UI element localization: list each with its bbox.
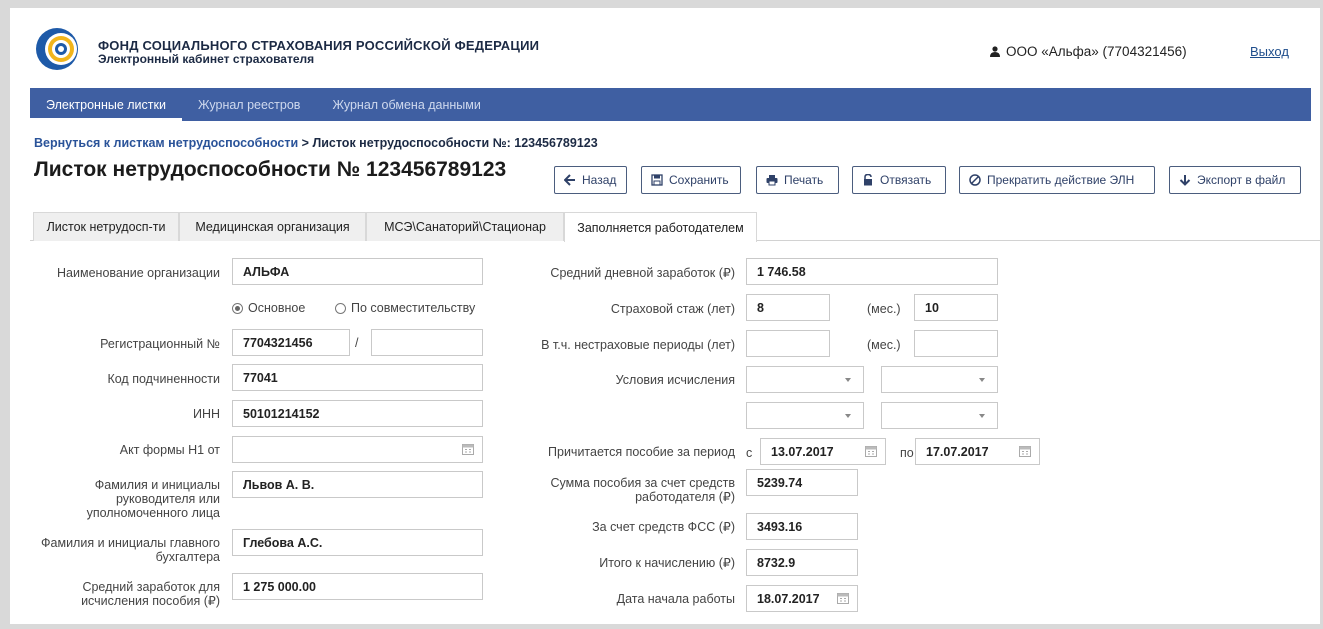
tab-bar: Листок нетрудосп-ти Медицинская организа… — [30, 212, 1320, 242]
radio-part-time-dot — [335, 302, 346, 314]
non-insurance-months-field[interactable] — [914, 330, 998, 357]
insurance-exp-months-field[interactable]: 10 — [914, 294, 998, 321]
fss-sum-label: За счет средств ФСС (₽) — [592, 520, 735, 534]
calc-conditions-label: Условия исчисления — [615, 373, 735, 387]
breadcrumb-current: > Листок нетрудоспособности №: 123456789… — [301, 136, 598, 150]
user-name: ООО «Альфа» (7704321456) — [1006, 44, 1187, 59]
tab-employer[interactable]: Заполняется работодателем — [564, 212, 757, 242]
arrow-down-icon — [1179, 175, 1191, 186]
period-from-date-field[interactable]: 13.07.2017 — [760, 438, 886, 465]
insurance-exp-months-label: (мес.) — [867, 302, 901, 316]
reg-number-label: Регистрационный № — [100, 337, 220, 351]
act-h1-date-field[interactable] — [232, 436, 483, 463]
terminate-eln-button[interactable]: Прекратить действие ЭЛН — [959, 166, 1155, 194]
arrow-left-icon — [564, 174, 575, 186]
head-name-label: Фамилия и инициалы руководителя или упол… — [86, 478, 220, 520]
total-label: Итого к начислению (₽) — [599, 556, 735, 570]
user-icon — [990, 46, 1000, 57]
calendar-icon[interactable] — [1019, 445, 1031, 457]
inn-label: ИНН — [192, 407, 220, 421]
export-button[interactable]: Экспорт в файл — [1169, 166, 1301, 194]
save-icon — [651, 174, 663, 186]
block-icon — [969, 174, 981, 186]
save-button[interactable]: Сохранить — [641, 166, 741, 194]
employer-sum-label: Сумма пособия за счет средств работодате… — [550, 476, 736, 504]
unlock-icon — [864, 174, 872, 186]
act-h1-label: Акт формы Н1 от — [119, 443, 220, 457]
back-button[interactable]: Назад — [554, 166, 627, 194]
avg-salary-label: Средний заработок для исчисления пособия… — [81, 580, 220, 608]
tab-medical-org[interactable]: Медицинская организация — [179, 212, 366, 241]
unbind-button[interactable]: Отвязать — [852, 166, 946, 194]
radio-main-dot — [232, 302, 243, 314]
current-user: ООО «Альфа» (7704321456) — [990, 44, 1187, 59]
head-name-field[interactable]: Львов А. В. — [232, 471, 483, 498]
daily-earnings-field[interactable]: 1 746.58 — [746, 258, 998, 285]
calc-condition-select-4[interactable] — [881, 402, 998, 429]
work-start-label: Дата начала работы — [616, 592, 735, 606]
accountant-field[interactable]: Глебова А.С. — [232, 529, 483, 556]
tab-mse[interactable]: МСЭ\Санаторий\Стационар — [366, 212, 564, 241]
radio-main[interactable]: Основное — [232, 301, 305, 315]
reg-number-field[interactable]: 7704321456 — [232, 329, 350, 356]
nav-registry-journal[interactable]: Журнал реестров — [182, 88, 316, 121]
fss-logo-icon — [36, 28, 78, 70]
nav-exchange-journal[interactable]: Журнал обмена данными — [316, 88, 496, 121]
non-insurance-years-field[interactable] — [746, 330, 830, 357]
period-to-label: по — [900, 446, 914, 460]
insurance-exp-years-field[interactable]: 8 — [746, 294, 830, 321]
calc-condition-select-2[interactable] — [881, 366, 998, 393]
chevron-down-icon — [845, 378, 851, 382]
period-from-label: с — [746, 446, 753, 460]
page-title: Листок нетрудоспособности № 123456789123 — [34, 158, 507, 181]
org-name-label: Наименование организации — [57, 266, 220, 280]
calc-condition-select-3[interactable] — [746, 402, 864, 429]
nav-electronic-sheets[interactable]: Электронные листки — [30, 88, 182, 121]
work-start-date-field[interactable]: 18.07.2017 — [746, 585, 858, 612]
calendar-icon[interactable] — [462, 443, 474, 455]
employer-sum-field[interactable]: 5239.74 — [746, 469, 858, 496]
subordination-field[interactable]: 77041 — [232, 364, 483, 391]
accountant-label: Фамилия и инициалы главного бухгалтера — [41, 536, 220, 564]
subordination-label: Код подчиненности — [107, 372, 220, 386]
app-frame: ФОНД СОЦИАЛЬНОГО СТРАХОВАНИЯ РОССИЙСКОЙ … — [10, 8, 1320, 624]
non-insurance-label: В т.ч. нестраховые периоды (лет) — [541, 338, 735, 352]
print-button[interactable]: Печать — [756, 166, 839, 194]
radio-part-time[interactable]: По совместительству — [335, 301, 475, 315]
breadcrumb-back-link[interactable]: Вернуться к листкам нетрудоспособности — [34, 136, 298, 150]
logout-link[interactable]: Выход — [1250, 44, 1289, 59]
calc-condition-select-1[interactable] — [746, 366, 864, 393]
chevron-down-icon — [845, 414, 851, 418]
reg-separator: / — [355, 336, 359, 350]
tab-sheet[interactable]: Листок нетрудосп-ти — [33, 212, 179, 241]
org-subtitle: Электронный кабинет страхователя — [98, 52, 315, 66]
daily-earnings-label: Средний дневной заработок (₽) — [550, 266, 735, 280]
total-field[interactable]: 8732.9 — [746, 549, 858, 576]
calendar-icon[interactable] — [865, 445, 877, 457]
inn-field[interactable]: 50101214152 — [232, 400, 483, 427]
header: ФОНД СОЦИАЛЬНОГО СТРАХОВАНИЯ РОССИЙСКОЙ … — [10, 8, 1320, 88]
chevron-down-icon — [979, 414, 985, 418]
reg-number-2-field[interactable] — [371, 329, 483, 356]
org-title: ФОНД СОЦИАЛЬНОГО СТРАХОВАНИЯ РОССИЙСКОЙ … — [98, 38, 540, 53]
chevron-down-icon — [979, 378, 985, 382]
main-nav: Электронные листки Журнал реестров Журна… — [30, 88, 1311, 121]
benefit-period-label: Причитается пособие за период — [548, 445, 735, 459]
org-name-field[interactable]: АЛЬФА — [232, 258, 483, 285]
print-icon — [766, 175, 778, 186]
insurance-exp-label: Страховой стаж (лет) — [610, 302, 735, 316]
non-insurance-months-label: (мес.) — [867, 338, 901, 352]
breadcrumb: Вернуться к листкам нетрудоспособности >… — [34, 136, 598, 150]
avg-salary-field[interactable]: 1 275 000.00 — [232, 573, 483, 600]
period-to-date-field[interactable]: 17.07.2017 — [915, 438, 1040, 465]
fss-sum-field[interactable]: 3493.16 — [746, 513, 858, 540]
calendar-icon[interactable] — [837, 592, 849, 604]
